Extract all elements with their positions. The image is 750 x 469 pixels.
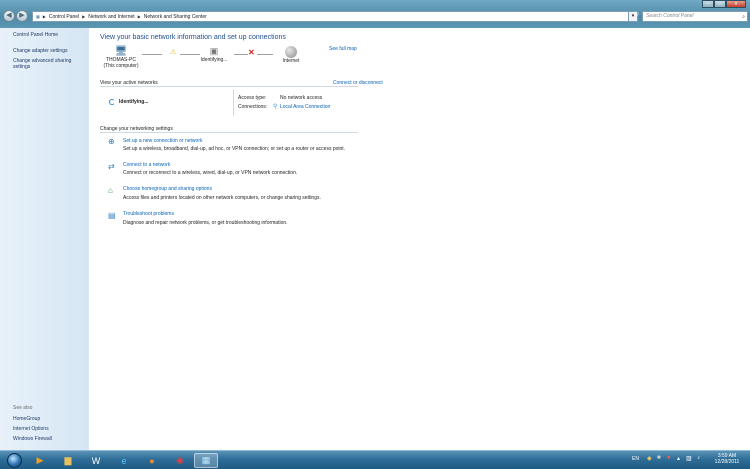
internet-node[interactable]: Internet [274,46,308,64]
loading-spinner-icon [109,99,115,105]
taskbar: ▶ ▆ W e ● ◉ ▦ EN ◆ ■ ● ▴ ▥ ♪ 3:59 AM 12/… [0,450,750,469]
setup-connection-desc: Set up a wireless, broadband, dial-up, a… [123,146,346,152]
see-full-map-link[interactable]: See full map [329,46,357,52]
homegroup-link[interactable]: HomeGroup [13,416,40,422]
forward-button[interactable]: ▶ [16,10,28,22]
window-titlebar: – □ x ◀ ▶ ▦ ▶ Control Panel ▶ Network an… [0,0,750,28]
back-button[interactable]: ◀ [3,10,15,22]
network-tray-icon[interactable]: ▥ [686,455,692,462]
identifying-node[interactable]: ▣ Identifying... [197,46,231,63]
chevron-right-icon: ▶ [82,14,86,19]
new-connection-icon: ⊕ [108,137,115,146]
main-content: View your basic network information and … [89,28,750,450]
identifying-label: Identifying... [200,57,228,63]
homegroup-sharing-link[interactable]: Choose homegroup and sharing options [123,186,212,192]
maximize-button[interactable]: □ [714,0,726,8]
access-type-value: No network access [280,95,323,101]
explorer-folder-icon[interactable]: ▆ [56,453,80,468]
access-type-label: Access type: [238,95,267,101]
connect-network-icon: ⇄ [108,162,115,171]
divider [100,132,358,133]
chrome-icon[interactable]: ◉ [168,453,192,468]
computer-icon: 🖥 [114,46,128,57]
network-center-icon[interactable]: ▦ [194,453,218,468]
left-pane: Control Panel Home Change adapter settin… [0,28,89,450]
globe-icon [285,46,297,58]
search-placeholder: Search Control Panel [646,13,694,19]
network-icon: ▣ [209,46,219,56]
troubleshoot-icon: ▤ [108,211,116,220]
clock-date: 12/28/2011 [714,459,740,465]
connect-network-desc: Connect or reconnect to a wireless, wire… [123,170,298,176]
link-line [257,54,273,55]
show-hidden-icons[interactable]: ▴ [677,455,680,462]
computer-sub: (This computer) [103,63,139,69]
internet-options-link[interactable]: Internet Options [13,426,49,432]
link-line [234,54,248,55]
firefox-icon[interactable]: ● [140,453,164,468]
close-button[interactable]: x [726,0,746,8]
volume-icon[interactable]: ♪ [697,455,700,461]
search-icon[interactable]: ⌕ [742,13,745,22]
link-line [142,54,162,55]
clock[interactable]: 3:59 AM 12/28/2011 [710,453,744,465]
tray-icon[interactable]: ● [667,455,671,461]
search-input[interactable]: Search Control Panel ⌕ [642,11,748,22]
refresh-icon[interactable]: ↻ [632,11,641,22]
internet-label: Internet [282,58,300,64]
tray-icon[interactable]: ■ [657,455,661,461]
see-also-heading: See also [13,405,33,411]
vertical-divider [233,90,234,116]
breadcrumb-network-internet[interactable]: Network and Internet [88,14,134,20]
page-title: View your basic network information and … [100,34,286,41]
connect-network-link[interactable]: Connect to a network [123,162,170,168]
connections-label: Connections: [238,104,268,110]
windows-firewall-link[interactable]: Windows Firewall [13,436,52,442]
homegroup-sharing-desc: Access files and printers located on oth… [123,195,321,201]
lan-icon: ⚲ [273,104,278,110]
language-indicator[interactable]: EN [632,456,639,462]
computer-node[interactable]: 🖥 THOMAS-PC (This computer) [101,46,141,69]
network-identifying-label: Identifying... [119,99,149,105]
chevron-right-icon: ▶ [42,14,46,19]
setup-connection-link[interactable]: Set up a new connection or network [123,138,203,144]
change-adapter-settings-link[interactable]: Change adapter settings [13,48,67,54]
warning-icon: ⚠ [170,49,177,56]
window-controls: – □ x [702,0,746,9]
divider [100,86,358,87]
troubleshoot-desc: Diagnose and repair network problems, or… [123,220,288,226]
minimize-button[interactable]: – [702,0,714,8]
tray-icon[interactable]: ◆ [647,455,652,462]
change-advanced-sharing-link[interactable]: Change advanced sharing settings [13,58,83,70]
media-player-icon[interactable]: ▶ [28,453,52,468]
local-area-connection-link[interactable]: Local Area Connection [280,104,330,110]
chevron-right-icon: ▶ [137,14,141,19]
homegroup-icon: ⌂ [108,186,113,195]
troubleshoot-link[interactable]: Troubleshoot problems [123,211,174,217]
disconnected-icon: ✕ [248,48,255,57]
address-root-icon[interactable]: ▦ [36,14,40,19]
word-icon[interactable]: W [84,453,108,468]
breadcrumb-network-sharing-center[interactable]: Network and Sharing Center [144,14,207,20]
start-orb-icon[interactable] [2,453,26,468]
control-panel-home-link[interactable]: Control Panel Home [13,32,58,38]
breadcrumb-control-panel[interactable]: Control Panel [49,14,79,20]
internet-explorer-icon[interactable]: e [112,453,136,468]
address-bar[interactable]: ▦ ▶ Control Panel ▶ Network and Internet… [32,11,637,22]
